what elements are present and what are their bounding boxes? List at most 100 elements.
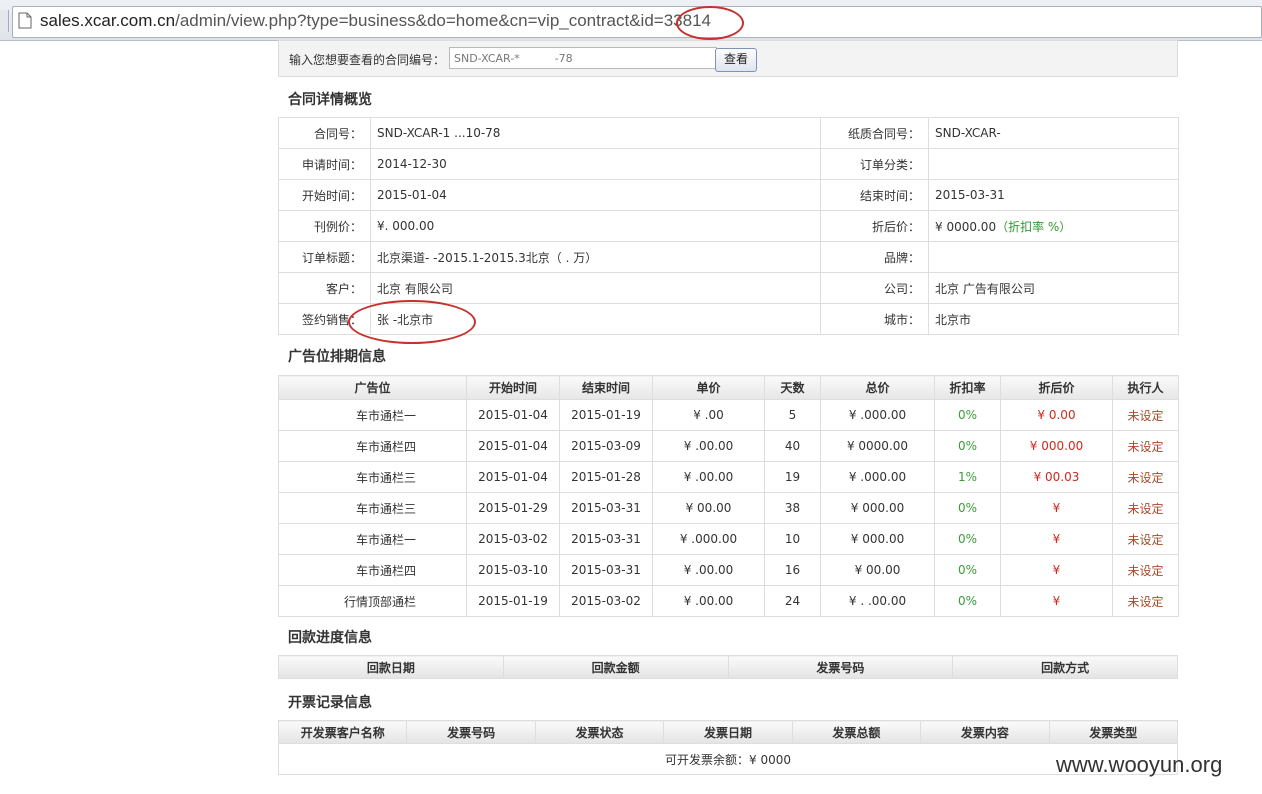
field-value: SND-XCAR-1 ...10-78 [370, 117, 821, 149]
ad-position: 车市通栏一 [278, 399, 467, 431]
invoice-title: 开票记录信息 [288, 695, 372, 711]
executor-link[interactable]: 未设定 [1112, 399, 1179, 431]
field-value-cell: 2015-03-31 [928, 179, 1179, 211]
final-price: ¥ [1000, 523, 1113, 555]
days: 19 [764, 461, 821, 493]
final-price: ¥ [1000, 585, 1113, 617]
field-value: 2015-01-04 [370, 179, 821, 211]
ad-position: 车市通栏四 [278, 430, 467, 462]
contract-search-bar: 输入您想要查看的合同编号： 查看 [278, 40, 1178, 77]
total-price: ¥ 00.00 [820, 554, 935, 586]
final-price: ¥ 000.00 [1000, 430, 1113, 462]
unit-price: ¥ .00 [652, 399, 765, 431]
final-price: ¥ 00.03 [1000, 461, 1113, 493]
column-header: 发票内容 [920, 720, 1050, 744]
table-row: 行情顶部通栏 2015-01-19 2015-03-02 ¥ .00.00 24 ¥ . … [278, 585, 1179, 617]
field-value-cell [928, 148, 1179, 180]
payment-table: 回款日期 回款金额 发票号码 回款方式 [278, 655, 1178, 679]
table-row: 车市通栏四 2015-01-04 2015-03-09 ¥ .00.00 40 ¥ 000… [278, 430, 1179, 462]
contract-number-input[interactable] [449, 47, 717, 69]
column-header: 执行人 [1112, 375, 1179, 400]
discount-rate: 0% [934, 399, 1001, 431]
days: 40 [764, 430, 821, 462]
field-value: 北京 广告有限公司 [935, 281, 1035, 296]
watermark: www.wooyun.org [1056, 752, 1223, 777]
final-price: ¥ 0.00 [1000, 399, 1113, 431]
column-header: 总价 [820, 375, 935, 400]
discount-rate: 0% [934, 585, 1001, 617]
executor-link[interactable]: 未设定 [1112, 492, 1179, 524]
url-path: /admin/view.php?type=business&do=home&cn… [175, 11, 654, 30]
executor-link[interactable]: 未设定 [1112, 554, 1179, 586]
overview-title: 合同详情概览 [288, 92, 372, 108]
total-price: ¥ . .00.00 [820, 585, 935, 617]
column-header: 开发票客户名称 [277, 720, 408, 744]
unit-price: ¥ .00.00 [652, 461, 765, 493]
field-value: 北京 有限公司 [370, 272, 821, 304]
executor-link[interactable]: 未设定 [1112, 523, 1179, 555]
field-label: 客户： [278, 272, 371, 304]
executor-link[interactable]: 未设定 [1112, 585, 1179, 617]
discount-rate: 0% [934, 554, 1001, 586]
field-label: 公司： [820, 272, 929, 304]
end-date: 2015-03-31 [559, 492, 653, 524]
unit-price: ¥ .000.00 [652, 523, 765, 555]
overview-row: 订单标题： 北京渠道- -2015.1-2015.3北京（ . 万） 品牌： [278, 241, 1179, 273]
payment-title: 回款进度信息 [288, 630, 372, 646]
ads-title: 广告位排期信息 [288, 349, 386, 365]
table-row: 车市通栏一 2015-03-02 2015-03-31 ¥ .000.00 10 ¥ 00… [278, 523, 1179, 555]
end-date: 2015-01-19 [559, 399, 653, 431]
column-header: 开始时间 [466, 375, 560, 400]
invoice-table: 开发票客户名称 发票号码 发票状态 发票日期 发票总额 发票内容 发票类型 可开发票余额：¥… [277, 720, 1179, 775]
start-date: 2015-01-29 [466, 492, 560, 524]
field-label: 品牌： [820, 241, 929, 273]
column-header: 回款金额 [502, 655, 729, 679]
column-header: 回款日期 [278, 655, 504, 679]
executor-link[interactable]: 未设定 [1112, 461, 1179, 493]
start-date: 2015-01-04 [466, 399, 560, 431]
ad-position: 行情顶部通栏 [278, 585, 467, 617]
column-header: 广告位 [278, 375, 467, 400]
back-button-edge[interactable] [0, 10, 9, 32]
field-label: 订单标题： [278, 241, 371, 273]
total-price: ¥ 000.00 [820, 523, 935, 555]
discount-rate: 1% [934, 461, 1001, 493]
field-value-cell: 北京 广告有限公司 [928, 272, 1179, 304]
field-label: 刊例价： [278, 210, 371, 242]
table-row: 车市通栏四 2015-03-10 2015-03-31 ¥ .00.00 16 ¥ 00.… [278, 554, 1179, 586]
start-date: 2015-01-04 [466, 430, 560, 462]
field-label: 订单分类： [820, 148, 929, 180]
field-label: 合同号： [278, 117, 371, 149]
column-header: 发票号码 [406, 720, 536, 744]
ad-schedule-table: 广告位 开始时间 结束时间 单价 天数 总价 折扣率 折后价 执行人 车市通栏一 2015-01-… [278, 375, 1179, 617]
executor-link[interactable]: 未设定 [1112, 430, 1179, 462]
discount-rate-note: （折扣率 %） [996, 219, 1072, 234]
field-value-cell: ¥ 0000.00（折扣率 %） [928, 210, 1179, 242]
unit-price: ¥ .00.00 [652, 585, 765, 617]
unit-price: ¥ 00.00 [652, 492, 765, 524]
url-host: sales.xcar.com.cn [40, 11, 176, 30]
view-button[interactable]: 查看 [715, 48, 757, 72]
total-price: ¥ 000.00 [820, 492, 935, 524]
end-date: 2015-03-31 [559, 554, 653, 586]
unit-price: ¥ .00.00 [652, 430, 765, 462]
table-row: 车市通栏三 2015-01-04 2015-01-28 ¥ .00.00 19 ¥ .00… [278, 461, 1179, 493]
days: 5 [764, 399, 821, 431]
search-label: 输入您想要查看的合同编号： [289, 53, 446, 67]
sales-highlight-circle [348, 300, 476, 344]
overview-row: 合同号： SND-XCAR-1 ...10-78 纸质合同号： SND-XCAR- [278, 117, 1179, 149]
url-text[interactable]: sales.xcar.com.cn/admin/view.php?type=bu… [40, 11, 711, 31]
start-date: 2015-01-04 [466, 461, 560, 493]
field-label: 城市： [820, 303, 929, 335]
ad-position: 车市通栏一 [278, 523, 467, 555]
column-header: 单价 [652, 375, 765, 400]
column-header: 折后价 [1000, 375, 1113, 400]
field-label: 折后价： [820, 210, 929, 242]
start-date: 2015-03-02 [466, 523, 560, 555]
column-header: 发票状态 [534, 720, 665, 744]
page-icon [18, 12, 32, 32]
days: 24 [764, 585, 821, 617]
end-date: 2015-01-28 [559, 461, 653, 493]
start-date: 2015-01-19 [466, 585, 560, 617]
overview-row: 开始时间： 2015-01-04 结束时间： 2015-03-31 [278, 179, 1179, 211]
